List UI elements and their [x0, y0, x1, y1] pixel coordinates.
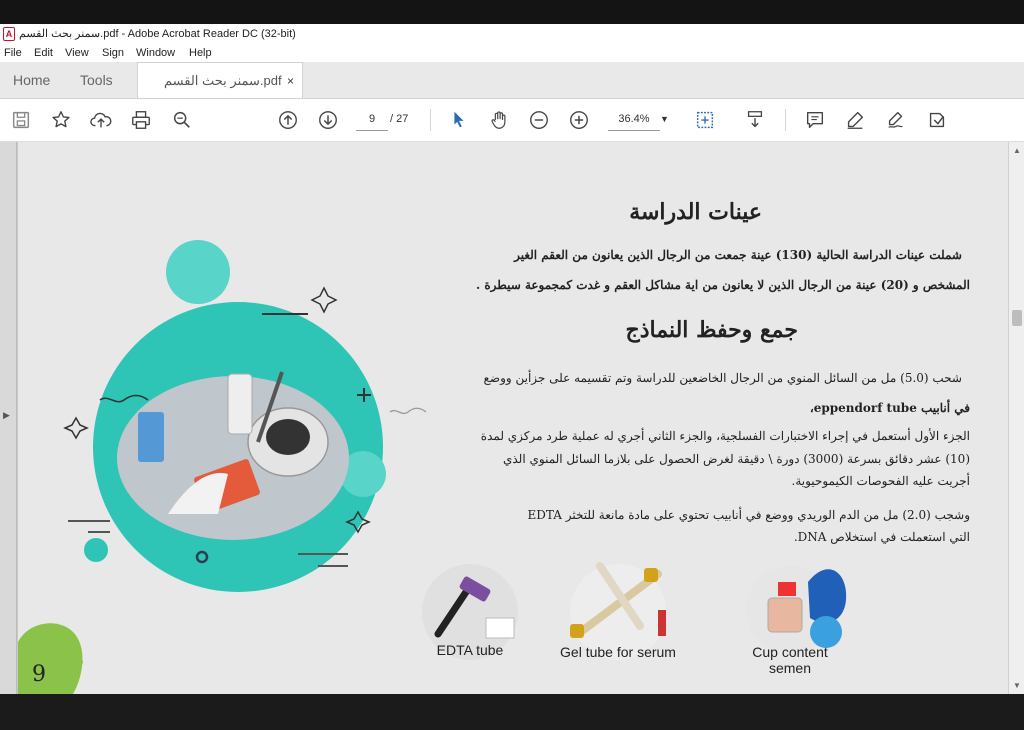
badge-dot [77, 659, 83, 665]
bookmark-star-icon[interactable] [49, 108, 73, 132]
paragraph-line: المشخص و (20) عينة من الرجال الذين لا يع… [475, 278, 970, 292]
caption-gel-tube: Gel tube for serum [560, 644, 676, 660]
page-badge [18, 623, 83, 694]
comment-icon[interactable] [803, 108, 827, 132]
paragraph-line: (10) عشر دقائق بسرعة (3000) دورة \ دقيقة… [502, 452, 970, 466]
scroll-down-icon[interactable]: ▼ [1013, 681, 1021, 690]
paragraph-line: في أنابيب eppendorf tube، [809, 401, 970, 415]
highlight-icon[interactable] [843, 108, 867, 132]
scroll-mode-icon[interactable] [743, 108, 767, 132]
zoom-level-input[interactable]: 36.4% [608, 108, 660, 131]
hand-icon[interactable] [487, 108, 511, 132]
save-icon[interactable] [9, 108, 33, 132]
paragraph-line: التي استعملت في استخلاص DNA. [793, 530, 970, 544]
tab-tools[interactable]: Tools [80, 62, 113, 98]
menu-edit[interactable]: Edit [34, 47, 53, 59]
acrobat-app-icon: A [3, 27, 15, 41]
page-artwork [18, 240, 847, 694]
upload-icon[interactable] [89, 108, 113, 132]
zoom-out-icon[interactable] [527, 108, 551, 132]
paragraph-line: شملت عينات الدراسة الحالية (130) عينة جم… [514, 248, 962, 262]
zoom-in-icon[interactable] [567, 108, 591, 132]
paragraph-line: الجزء الأول أستعمل في إجراء الاختبارات ا… [480, 429, 970, 443]
toolbar-divider [430, 109, 431, 131]
tab-document[interactable]: سمنر بحث القسم.pdf × [137, 62, 303, 98]
paragraph-line: وشجب (2.0) مل من الدم الوريدي ووضع في أن… [527, 508, 970, 522]
tab-document-label: سمنر بحث القسم.pdf [164, 73, 282, 88]
top-black-bar [0, 0, 1024, 24]
fit-page-icon[interactable] [693, 108, 717, 132]
document-viewer: ▶ عينات الدراسة شملت عينات الدراسة الحال… [0, 142, 1024, 694]
page-number-badge: 9 [32, 662, 46, 687]
paragraph-line: شحب (5.0) مل من السائل المنوي من الرجال … [483, 371, 962, 385]
bottom-black-bar [0, 694, 1024, 730]
lab-beaker [227, 373, 253, 435]
cup-content-image [746, 566, 847, 654]
sparkle-icon [63, 416, 89, 440]
heading-study-samples: عينات الدراسة [629, 199, 762, 225]
select-cursor-icon[interactable] [447, 108, 471, 132]
menu-file[interactable]: File [4, 47, 22, 59]
sparkle-icon [310, 286, 338, 314]
caption-cup-content: Cup content semen [752, 644, 828, 676]
paragraph-line: أجريت عليه الفحوصات الكيموحيوية. [791, 474, 970, 488]
pdf-page: عينات الدراسة شملت عينات الدراسة الحالية… [18, 142, 1008, 694]
tab-bar: Home Tools سمنر بحث القسم.pdf × [0, 62, 1024, 99]
decor-wave [389, 407, 427, 415]
scroll-thumb[interactable] [1012, 310, 1022, 326]
vertical-scrollbar[interactable]: ▲ ▼ [1008, 142, 1024, 694]
heading-sample-collection: جمع وحفظ النماذج [625, 317, 798, 343]
sign-icon[interactable] [884, 108, 908, 132]
toolbar: 9 / 27 36.4% ▼ [0, 99, 1024, 142]
menu-view[interactable]: View [65, 47, 89, 59]
print-icon[interactable] [129, 108, 153, 132]
toolbar-divider [785, 109, 786, 131]
left-panel-toggle[interactable]: ▶ [0, 142, 17, 694]
scroll-up-icon[interactable]: ▲ [1013, 146, 1021, 155]
search-icon[interactable] [170, 108, 194, 132]
chevron-down-icon[interactable]: ▼ [660, 108, 669, 130]
previous-page-icon[interactable] [276, 108, 300, 132]
close-tab-icon[interactable]: × [287, 63, 294, 99]
tab-home[interactable]: Home [13, 62, 50, 98]
title-bar: A سمنر بحث القسم.pdf - Adobe Acrobat Rea… [0, 24, 1024, 44]
next-page-icon[interactable] [316, 108, 340, 132]
small-teal-circle [166, 240, 230, 304]
centrifuge-lid [266, 419, 310, 455]
decor-dot [84, 538, 108, 562]
lab-item [138, 412, 164, 462]
menu-sign[interactable]: Sign [102, 47, 124, 59]
page-total-label: / 27 [390, 113, 409, 125]
caption-edta-tube: EDTA tube [436, 642, 504, 658]
acrobat-window: A سمنر بحث القسم.pdf - Adobe Acrobat Rea… [0, 24, 1024, 694]
window-title: سمنر بحث القسم.pdf - Adobe Acrobat Reade… [19, 28, 296, 40]
menu-help[interactable]: Help [189, 47, 212, 59]
page-number-input[interactable]: 9 [356, 108, 388, 131]
chevron-right-icon[interactable]: ▶ [3, 410, 10, 421]
more-tools-icon[interactable] [925, 108, 949, 132]
menu-bar: File Edit View Sign Window Help [0, 44, 1024, 62]
menu-window[interactable]: Window [136, 47, 175, 59]
